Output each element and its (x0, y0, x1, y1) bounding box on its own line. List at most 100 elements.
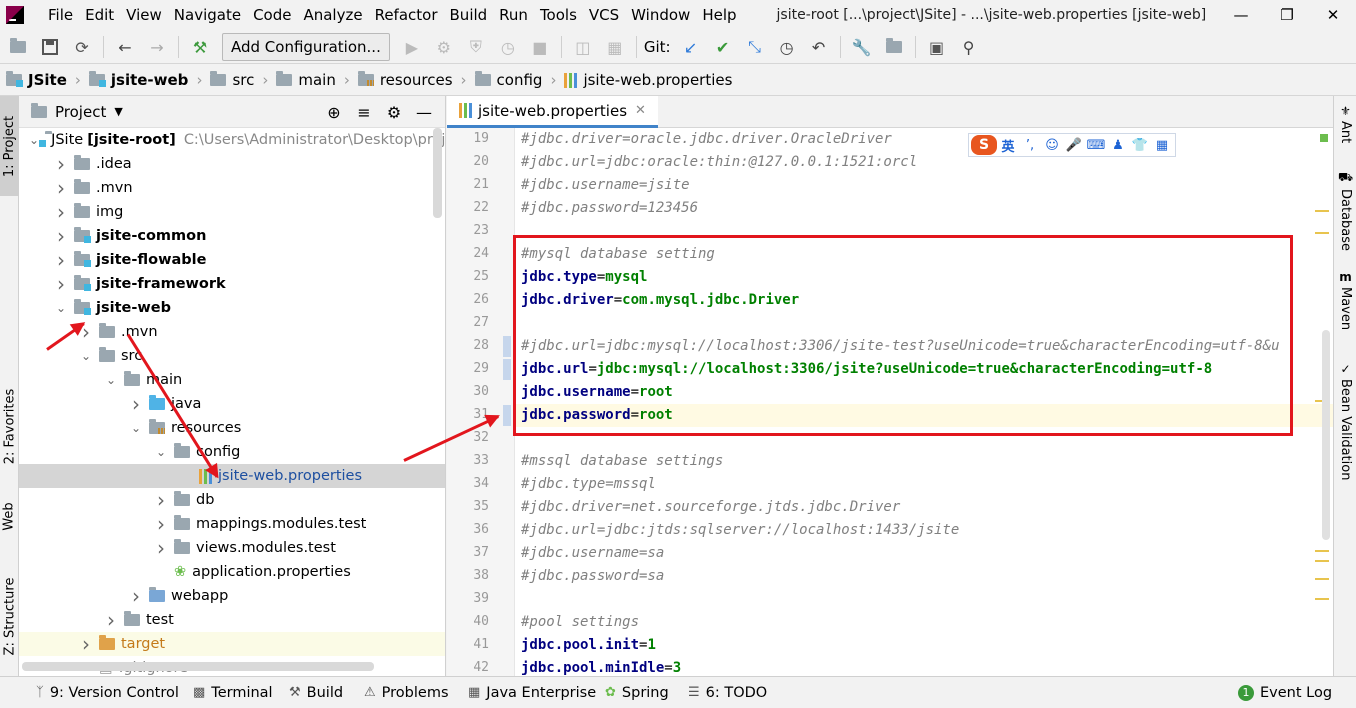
web-tool-tab[interactable]: Web (0, 491, 19, 541)
git-history-icon[interactable]: ◷ (774, 33, 800, 61)
chevron-down-icon[interactable]: ⌄ (154, 445, 168, 459)
chevron-down-icon[interactable]: ▼ (114, 96, 122, 128)
menu-run[interactable]: Run (493, 0, 534, 30)
add-configuration-button[interactable]: Add Configuration... (222, 33, 390, 61)
menu-build[interactable]: Build (444, 0, 494, 30)
vcs-change-marker[interactable] (503, 359, 511, 380)
restore-icon[interactable]: ❐ (1264, 0, 1310, 30)
chevron-down-icon[interactable]: ⌄ (79, 349, 93, 363)
breadcrumb-item[interactable]: main (276, 71, 336, 89)
sync-icon[interactable]: ⟳ (69, 33, 95, 61)
chevron-down-icon[interactable]: ⌄ (54, 301, 68, 315)
gear-icon[interactable]: ⚙ (379, 103, 409, 122)
keyboard-icon[interactable]: ⌨ (1085, 138, 1107, 153)
menu-vcs[interactable]: VCS (583, 0, 625, 30)
save-icon[interactable] (37, 33, 63, 61)
breadcrumb-item[interactable]: jsite-web.properties (564, 71, 732, 89)
tree-item[interactable]: › img (19, 200, 445, 224)
chevron-right-icon[interactable]: › (129, 392, 143, 416)
terminal-tab[interactable]: ▩ Terminal (193, 677, 273, 708)
tree-item[interactable]: ❀ application.properties (19, 560, 445, 584)
tree-item[interactable]: jsite-web.properties (19, 464, 445, 488)
breadcrumb-item[interactable]: jsite-web (88, 71, 188, 89)
tree-item[interactable]: › db (19, 488, 445, 512)
vcs-change-marker[interactable] (503, 405, 511, 426)
maven-tool-tab[interactable]: m Maven (1334, 270, 1356, 330)
chevron-right-icon[interactable]: › (54, 200, 68, 224)
todo-tab[interactable]: ☰ 6: TODO (688, 677, 767, 708)
menu-tools[interactable]: Tools (534, 0, 583, 30)
user-icon[interactable]: ♟ (1107, 138, 1129, 153)
search-icon[interactable]: ⚲ (956, 33, 982, 61)
menu-refactor[interactable]: Refactor (369, 0, 444, 30)
menu-window[interactable]: Window (625, 0, 696, 30)
minimize-icon[interactable]: — (1218, 0, 1264, 30)
tree-item[interactable]: ⌄ resources (19, 416, 445, 440)
tree-item[interactable]: ⌄ src (19, 344, 445, 368)
close-tab-icon[interactable]: ✕ (635, 103, 646, 118)
coverage-icon[interactable]: ⛨ (463, 33, 489, 61)
chevron-right-icon[interactable]: › (54, 224, 68, 248)
chevron-right-icon[interactable]: › (54, 176, 68, 200)
bean-validation-tool-tab[interactable]: ✓ Bean Validation (1334, 362, 1356, 480)
menu-code[interactable]: Code (247, 0, 297, 30)
collapse-all-icon[interactable]: ≡ (349, 103, 379, 122)
menu-analyze[interactable]: Analyze (297, 0, 368, 30)
breadcrumb-item[interactable]: src (210, 71, 254, 89)
event-log-tab[interactable]: 1 Event Log (1238, 677, 1332, 708)
favorites-tool-tab[interactable]: 2: Favorites (0, 376, 19, 476)
build-tab[interactable]: ⚒ Build (289, 677, 343, 708)
spring-tab[interactable]: ✿ Spring (605, 677, 669, 708)
tree-item[interactable]: › mappings.modules.test (19, 512, 445, 536)
breadcrumb-item[interactable]: resources (357, 71, 453, 89)
chevron-right-icon[interactable]: › (154, 488, 168, 512)
stop-icon[interactable]: ■ (527, 33, 553, 61)
chevron-right-icon[interactable]: › (54, 248, 68, 272)
ant-tool-tab[interactable]: ⚜ Ant (1334, 104, 1356, 143)
tree-vertical-scrollbar[interactable] (433, 128, 442, 218)
chevron-down-icon[interactable]: ⌄ (129, 421, 143, 435)
menu-view[interactable]: View (120, 0, 168, 30)
locate-icon[interactable]: ⊕ (319, 103, 349, 122)
punctuation-icon[interactable]: ’, (1019, 138, 1041, 153)
chevron-right-icon[interactable]: › (54, 152, 68, 176)
shirt-icon[interactable]: 👕 (1129, 138, 1151, 153)
chevron-right-icon[interactable]: › (54, 272, 68, 296)
close-icon[interactable]: ✕ (1310, 0, 1356, 30)
deploy-icon[interactable]: ▦ (602, 33, 628, 61)
microphone-icon[interactable]: 🎤 (1063, 138, 1085, 153)
sogou-logo-icon[interactable]: S (971, 135, 997, 155)
tree-horizontal-scrollbar[interactable] (22, 662, 374, 671)
git-compare-icon[interactable]: ⤡ (742, 33, 768, 61)
git-commit-icon[interactable]: ✔ (710, 33, 736, 61)
tree-item[interactable]: ⌄ config (19, 440, 445, 464)
run-icon[interactable]: ▶ (399, 33, 425, 61)
git-rollback-icon[interactable]: ↶ (806, 33, 832, 61)
vcs-change-marker[interactable] (503, 336, 511, 357)
presentation-icon[interactable]: ▣ (924, 33, 950, 61)
breadcrumb-item[interactable]: config (474, 71, 542, 89)
menu-navigate[interactable]: Navigate (168, 0, 247, 30)
debug-icon[interactable]: ⚙ (431, 33, 457, 61)
database-tool-tab[interactable]: ⛟ Database (1334, 170, 1356, 251)
project-tool-tab[interactable]: 1: Project (0, 96, 19, 196)
tree-item[interactable]: › jsite-common (19, 224, 445, 248)
chevron-right-icon[interactable]: › (104, 608, 118, 632)
chevron-right-icon[interactable]: › (79, 632, 93, 656)
tree-item[interactable]: › target (19, 632, 445, 656)
tree-item[interactable]: ⌄ main (19, 368, 445, 392)
tree-item[interactable]: › jsite-flowable (19, 248, 445, 272)
menu-help[interactable]: Help (696, 0, 742, 30)
language-toggle[interactable]: 英 (997, 136, 1019, 155)
menu-edit[interactable]: Edit (79, 0, 120, 30)
tree-item[interactable]: › .mvn (19, 176, 445, 200)
project-structure-icon[interactable] (881, 33, 907, 61)
tree-item[interactable]: ⌄ jsite-web (19, 296, 445, 320)
emoji-icon[interactable]: ☺ (1041, 138, 1063, 153)
chevron-right-icon[interactable]: › (154, 536, 168, 560)
grid-icon[interactable]: ▦ (1151, 138, 1173, 153)
editor-vertical-scrollbar[interactable] (1322, 330, 1330, 540)
problems-tab[interactable]: ⚠ Problems (364, 677, 449, 708)
tab-jsite-web-properties[interactable]: jsite-web.properties ✕ (447, 96, 658, 128)
breadcrumb-item[interactable]: JSite (6, 71, 67, 89)
